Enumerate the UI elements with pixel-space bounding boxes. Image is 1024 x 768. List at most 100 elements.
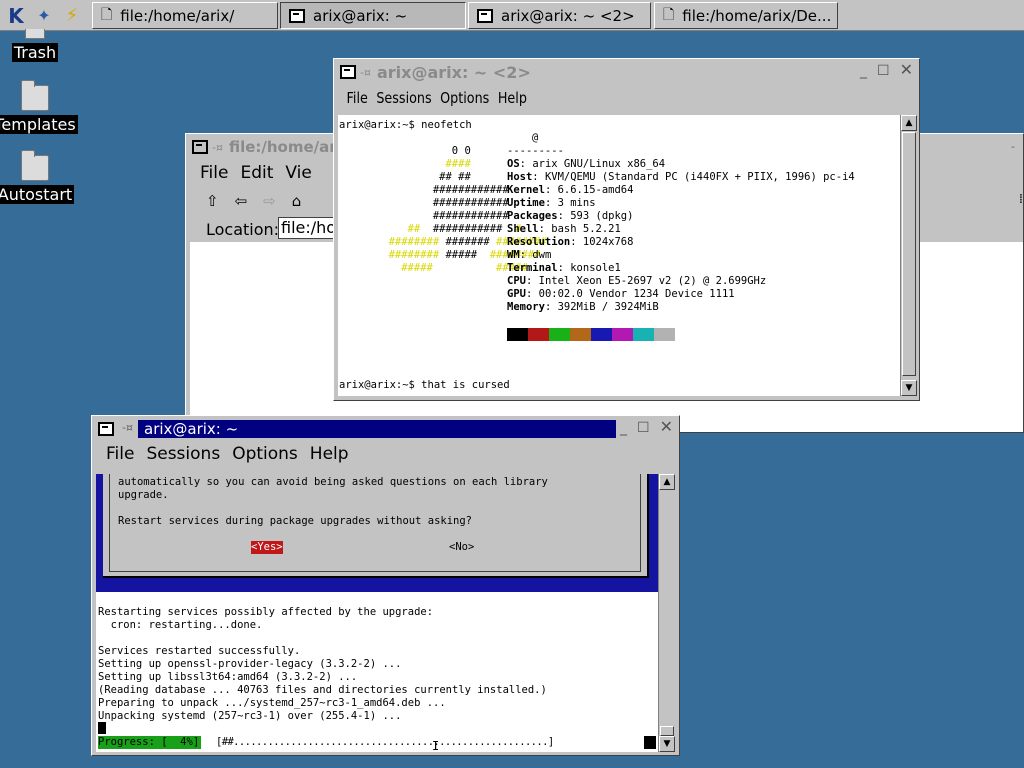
window-menu-icon[interactable] bbox=[192, 140, 208, 154]
neofetch-info-line: GPU: 00:02.0 Vendor 1234 Device 1111 bbox=[507, 288, 735, 300]
pin-icon[interactable]: -¤ bbox=[360, 66, 371, 79]
task-label: file:/home/arix/ bbox=[120, 6, 235, 25]
menu-options[interactable]: Options bbox=[232, 444, 298, 464]
desktop-icon-templates[interactable]: Templates bbox=[0, 80, 78, 134]
palette-swatch bbox=[549, 328, 570, 341]
menu-help[interactable]: Help bbox=[310, 444, 349, 464]
pin-icon[interactable]: -¤ bbox=[122, 421, 133, 434]
terminal-window-1: arix@arix: ~ -¤ _ ☐ ✕ File Sessions Opti… bbox=[91, 415, 680, 756]
menu-edit[interactable]: Edit bbox=[240, 163, 273, 183]
window-title: file:/home/ar bbox=[228, 138, 337, 156]
scroll-thumb[interactable] bbox=[660, 726, 674, 736]
neofetch-info-line: Packages: 593 (dpkg) bbox=[507, 210, 634, 222]
menu-help[interactable]: Help bbox=[498, 89, 527, 107]
terminal-output-line: (Reading database ... 40763 files and di… bbox=[98, 684, 547, 696]
dialog-text: automatically so you can avoid being ask… bbox=[118, 476, 548, 488]
close-icon[interactable]: ✕ bbox=[900, 60, 913, 79]
menu-file[interactable]: File bbox=[347, 89, 368, 107]
window-title: arix@arix: ~ <2> bbox=[376, 62, 531, 82]
scroll-down-arrow-icon[interactable]: ▼ bbox=[901, 380, 917, 396]
window-controls: _ ☐ ✕ bbox=[860, 60, 913, 79]
menu-options[interactable]: Options bbox=[440, 89, 489, 107]
menu-sessions[interactable]: Sessions bbox=[376, 89, 431, 107]
terminal-window-2: -¤ arix@arix: ~ <2> _ ☐ ✕ File Sessions … bbox=[333, 58, 920, 401]
menu-view[interactable]: Vie bbox=[285, 163, 311, 183]
window-menu-icon[interactable] bbox=[340, 65, 356, 79]
neofetch-value: KVM/QEMU (Standard PC (i440FX + PIIX, 19… bbox=[544, 171, 855, 183]
minimize-icon[interactable]: _ bbox=[860, 63, 867, 79]
location-input[interactable]: file:/hon bbox=[278, 217, 338, 239]
neofetch-info-line: Kernel: 6.6.15-amd64 bbox=[507, 184, 634, 196]
task-filemanager-desktop[interactable]: 🗋 file:/home/arix/De... bbox=[654, 2, 838, 29]
terminal1-titlebar[interactable]: arix@arix: ~ bbox=[94, 418, 677, 440]
neofetch-key: OS bbox=[507, 158, 520, 170]
desktop-icon-autostart[interactable]: Autostart bbox=[0, 150, 75, 204]
neofetch-key: Terminal bbox=[507, 262, 558, 274]
window-menu-icon[interactable] bbox=[98, 422, 114, 436]
neofetch-info-line: CPU: Intel Xeon E5-2697 v2 (2) @ 2.699GH… bbox=[507, 275, 767, 287]
neofetch-info-line: Shell: bash 5.2.21 bbox=[507, 223, 621, 235]
terminal-icon bbox=[477, 8, 493, 23]
desktop-switch-icon[interactable]: ✦ bbox=[30, 2, 58, 29]
yes-button[interactable]: <Yes> bbox=[251, 541, 283, 554]
scroll-up-arrow-icon[interactable]: ▲ bbox=[901, 115, 917, 131]
task-terminal-2[interactable]: arix@arix: ~ <2> bbox=[468, 2, 651, 29]
scroll-up-arrow-icon[interactable]: ▲ bbox=[659, 474, 675, 490]
neofetch-value: 593 (dpkg) bbox=[570, 210, 634, 222]
minimize-icon[interactable]: _ bbox=[620, 420, 627, 436]
neofetch-key: CPU bbox=[507, 275, 526, 287]
active-title-bar: arix@arix: ~ bbox=[138, 420, 616, 438]
no-button[interactable]: <No> bbox=[449, 541, 474, 554]
window-controls: _ ☐ ✕ bbox=[620, 417, 673, 436]
terminal1-screen[interactable]: automatically so you can avoid being ask… bbox=[96, 474, 658, 752]
desktop-icon-label: Trash bbox=[11, 43, 59, 62]
desktop-icon-trash[interactable]: Trash bbox=[0, 29, 75, 62]
maximize-icon[interactable]: ☐ bbox=[877, 63, 890, 79]
back-arrow-icon[interactable]: ⇦ bbox=[235, 192, 248, 210]
neofetch-key: Packages bbox=[507, 210, 558, 222]
terminal2-titlebar[interactable]: -¤ arix@arix: ~ <2> bbox=[336, 61, 917, 83]
menu-file[interactable]: File bbox=[200, 163, 228, 183]
terminal2-menubar: File Sessions Options Help bbox=[338, 85, 828, 111]
terminal2-screen[interactable]: arix@arix:~$ neofetch 0 0 #### ## ## ###… bbox=[338, 115, 900, 396]
task-terminal-1[interactable]: arix@arix: ~ bbox=[280, 2, 466, 29]
task-label: file:/home/arix/De... bbox=[682, 6, 832, 25]
terminal-icon bbox=[289, 8, 305, 23]
palette-swatch bbox=[633, 328, 654, 341]
scroll-down-arrow-icon[interactable]: ▼ bbox=[659, 736, 675, 752]
neofetch-value: konsole1 bbox=[570, 262, 621, 274]
terminal-output-line: cron: restarting...done. bbox=[98, 619, 263, 631]
forward-arrow-icon[interactable]: ⇨ bbox=[263, 192, 276, 210]
neofetch-value: 6.6.15-amd64 bbox=[557, 184, 634, 196]
taskbar: K ✦ ⚡ 🗋 file:/home/arix/ arix@arix: ~ ar… bbox=[0, 0, 1024, 31]
neofetch-value: Intel Xeon E5-2697 v2 (2) @ 2.699GHz bbox=[538, 275, 767, 287]
kde-menu-icon[interactable]: K bbox=[2, 2, 30, 29]
neofetch-value: 1024x768 bbox=[582, 236, 634, 248]
home-icon[interactable]: ⌂ bbox=[292, 192, 302, 210]
terminal-output-line: Setting up libssl3t64:amd64 (3.3.2-2) ..… bbox=[98, 671, 358, 683]
maximize-icon[interactable]: ☐ bbox=[637, 420, 650, 436]
terminal-output-line: Preparing to unpack .../systemd_257~rc3-… bbox=[98, 697, 446, 709]
terminal2-scrollbar[interactable]: ▲ ▼ bbox=[900, 115, 917, 396]
task-label: arix@arix: ~ bbox=[313, 6, 408, 25]
mouse-ibeam-icon: I bbox=[432, 739, 440, 753]
menu-sessions[interactable]: Sessions bbox=[146, 444, 220, 464]
minimize-icon[interactable]: - bbox=[1011, 140, 1015, 153]
scroll-thumb[interactable] bbox=[902, 132, 916, 376]
neofetch-key: Host bbox=[507, 171, 533, 183]
palette-swatch bbox=[507, 328, 528, 341]
pin-icon[interactable]: -¤ bbox=[212, 141, 223, 154]
toolbar-overflow-icon[interactable]: ⁞ bbox=[1019, 192, 1023, 207]
desktop-icon-label: Templates bbox=[0, 115, 78, 134]
terminal-output: Restarting services possibly affected by… bbox=[98, 606, 547, 723]
neofetch-info-line: Uptime: 3 mins bbox=[507, 197, 596, 209]
lightning-icon[interactable]: ⚡ bbox=[58, 2, 86, 29]
terminal1-scrollbar[interactable]: ▲ ▼ bbox=[658, 474, 675, 752]
close-icon[interactable]: ✕ bbox=[660, 417, 673, 436]
debconf-dialog: automatically so you can avoid being ask… bbox=[103, 474, 649, 578]
task-filemanager-home[interactable]: 🗋 file:/home/arix/ bbox=[92, 2, 278, 29]
menu-file[interactable]: File bbox=[106, 444, 134, 464]
color-palette bbox=[507, 328, 675, 341]
up-arrow-icon[interactable]: ⇧ bbox=[206, 192, 219, 210]
location-label: Location: bbox=[206, 220, 280, 239]
